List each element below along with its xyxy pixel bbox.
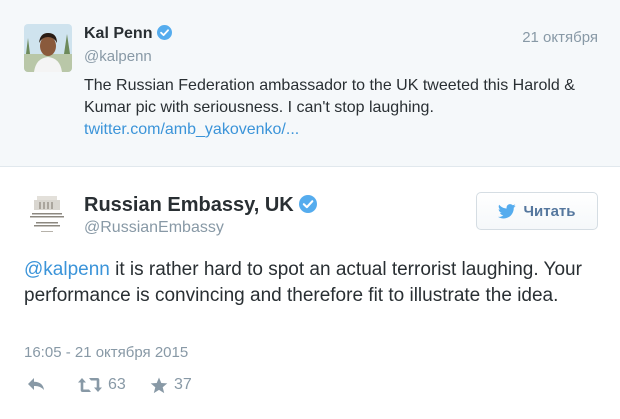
author-name[interactable]: Russian Embassy, UK [84, 194, 317, 217]
tweet-timestamp[interactable]: 16:05 - 21 октября 2015 [24, 344, 188, 361]
reply-icon [28, 378, 44, 390]
favorite-count: 37 [174, 376, 192, 393]
twitter-bird-icon [498, 203, 517, 218]
quoted-tweet-date[interactable]: 21 октября [522, 29, 598, 46]
mention-link[interactable]: @kalpenn [24, 259, 110, 280]
russian-embassy-avatar[interactable] [22, 189, 72, 239]
reply-button[interactable] [26, 376, 46, 392]
quoted-author-name[interactable]: Kal Penn [84, 25, 173, 43]
follow-button-label: Читать [523, 202, 576, 220]
retweet-count: 63 [108, 376, 126, 393]
verified-badge-icon [157, 25, 173, 40]
verified-badge-icon [298, 195, 317, 213]
quoted-tweet-link[interactable]: twitter.com/amb_yakovenko/... [84, 121, 299, 139]
quoted-tweet[interactable]: Kal Penn @kalpenn 21 октября The Russian… [0, 0, 620, 167]
quoted-author-handle[interactable]: @kalpenn [84, 48, 152, 65]
retweet-button[interactable]: 63 [78, 376, 126, 394]
kalpenn-avatar[interactable] [24, 24, 72, 72]
star-icon [150, 377, 168, 393]
follow-button[interactable]: Читать [476, 192, 598, 230]
retweet-icon [78, 378, 102, 392]
author-handle[interactable]: @RussianEmbassy [84, 219, 224, 237]
author-name-text[interactable]: Russian Embassy, UK [84, 194, 294, 216]
quoted-author-name-text[interactable]: Kal Penn [84, 25, 152, 42]
tweet-text: @kalpenn it is rather hard to spot an ac… [24, 257, 604, 309]
favorite-button[interactable]: 37 [150, 376, 192, 394]
quoted-tweet-text: The Russian Federation ambassador to the… [84, 77, 575, 116]
